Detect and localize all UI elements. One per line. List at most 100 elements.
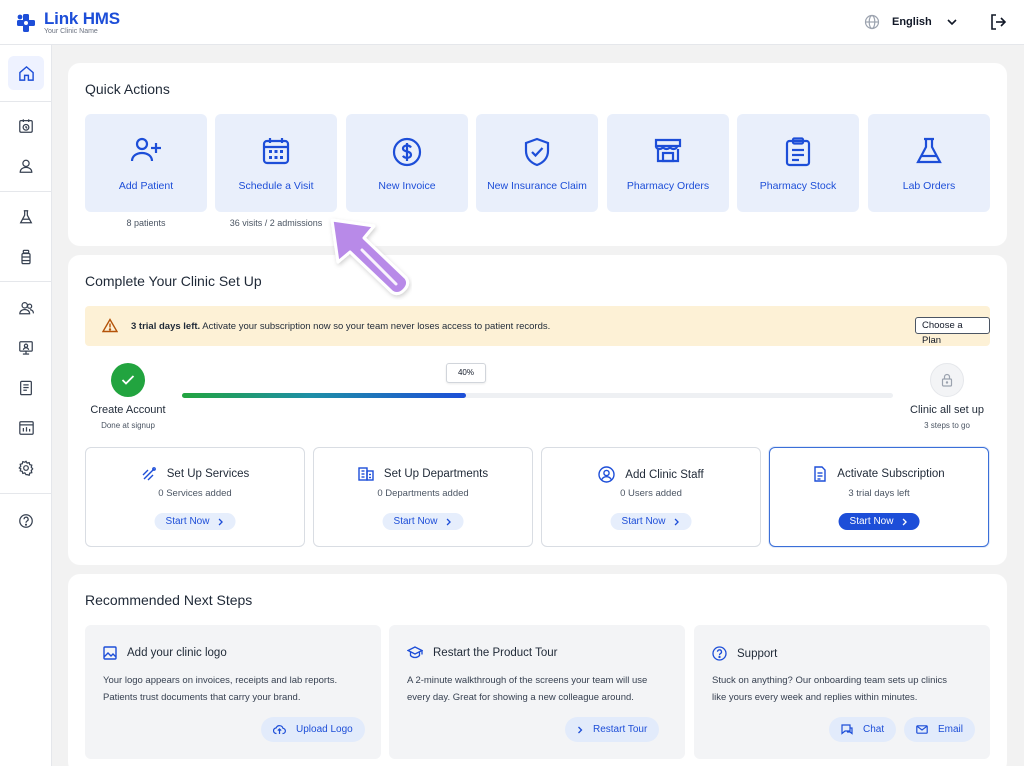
clinic-ready-label: Clinic all set up bbox=[910, 404, 984, 416]
quick-action-schedule-visit[interactable]: Schedule a Visit bbox=[215, 114, 337, 212]
quick-action-new-invoice[interactable]: New Invoice bbox=[346, 114, 468, 212]
sidebar-divider bbox=[0, 281, 52, 282]
sidebar-item-monitor[interactable] bbox=[8, 331, 44, 365]
user-plus-icon bbox=[130, 137, 161, 162]
chevron-right-icon bbox=[218, 518, 223, 525]
rec-card-body: A 2-minute walkthrough of the screens yo… bbox=[407, 675, 648, 703]
quick-action-label: Schedule a Visit bbox=[238, 180, 314, 192]
quick-actions-panel: Quick Actions Add Patient Schedule a Vis… bbox=[68, 63, 1007, 246]
clinic-setup-panel: Complete Your Clinic Set Up 3 trial days… bbox=[68, 255, 1007, 565]
start-staff-button[interactable]: Start Now bbox=[610, 513, 692, 530]
sidebar-item-reports[interactable] bbox=[8, 371, 44, 405]
sidebar-item-pharmacy[interactable] bbox=[8, 240, 44, 274]
check-icon bbox=[121, 375, 135, 385]
chevron-right-icon bbox=[578, 726, 583, 733]
chevron-right-icon bbox=[674, 518, 679, 525]
start-services-button[interactable]: Start Now bbox=[154, 513, 236, 530]
logout-icon[interactable] bbox=[989, 13, 1007, 31]
rec-card-body: Your logo appears on invoices, receipts … bbox=[103, 675, 338, 703]
sidebar-item-lab[interactable] bbox=[8, 200, 44, 234]
restart-tour-button[interactable]: Restart Tour bbox=[565, 717, 660, 742]
lock-icon bbox=[941, 373, 953, 387]
quick-action-insurance-claim[interactable]: New Insurance Claim bbox=[476, 114, 598, 212]
language-selector[interactable]: English bbox=[864, 14, 958, 30]
users-icon bbox=[18, 302, 34, 315]
sidebar-item-settings[interactable] bbox=[8, 451, 44, 485]
clinic-ready-step bbox=[930, 363, 964, 397]
store-icon bbox=[654, 138, 682, 163]
sidebar-item-home[interactable] bbox=[8, 56, 44, 90]
patients-count: 8 patients bbox=[126, 218, 166, 228]
quick-action-label: New Invoice bbox=[378, 180, 436, 192]
sidebar-item-analytics[interactable] bbox=[8, 411, 44, 445]
brand-name: Link HMS bbox=[44, 9, 120, 28]
sidebar-item-patients[interactable] bbox=[8, 149, 44, 183]
calendar-icon bbox=[262, 138, 290, 165]
support-card: Support Stuck on anything? Our onboardin… bbox=[694, 625, 990, 759]
setup-services-card: Set Up Services 0 Services added Start N… bbox=[85, 447, 305, 547]
rec-card-title: Add your clinic logo bbox=[127, 647, 227, 659]
trial-message: 3 trial days left. Activate your subscri… bbox=[131, 321, 551, 332]
sidebar-divider bbox=[0, 493, 52, 494]
warning-icon bbox=[102, 318, 118, 333]
sidebar-item-staff[interactable] bbox=[8, 291, 44, 325]
services-icon bbox=[142, 467, 156, 481]
quick-action-label: Lab Orders bbox=[902, 180, 956, 192]
quick-action-add-patient[interactable]: Add Patient bbox=[85, 114, 207, 212]
globe-icon bbox=[864, 14, 880, 30]
setup-card-title: Add Clinic Staff bbox=[625, 468, 704, 481]
add-staff-card: Add Clinic Staff 0 Users added Start Now bbox=[541, 447, 761, 547]
chart-icon bbox=[18, 421, 34, 435]
start-departments-button[interactable]: Start Now bbox=[382, 513, 464, 530]
chevron-down-icon bbox=[947, 19, 957, 26]
clinic-logo-card: Add your clinic logo Your logo appears o… bbox=[85, 625, 381, 759]
building-icon bbox=[358, 467, 374, 481]
setup-card-sub: 3 trial days left bbox=[848, 488, 910, 499]
progress-percent-tooltip: 40% bbox=[446, 363, 486, 383]
create-account-step bbox=[111, 363, 145, 397]
help-icon bbox=[712, 646, 727, 661]
sidebar-divider bbox=[0, 191, 52, 192]
home-icon bbox=[18, 65, 34, 81]
setup-card-title: Set Up Services bbox=[166, 468, 250, 480]
create-account-label: Create Account bbox=[90, 404, 166, 416]
cloud-upload-icon bbox=[273, 725, 286, 735]
chevron-right-icon bbox=[446, 518, 451, 525]
rec-card-title: Support bbox=[737, 647, 778, 660]
start-subscription-button[interactable]: Start Now bbox=[838, 513, 920, 530]
calendar-clock-icon bbox=[19, 119, 33, 133]
setup-departments-card: Set Up Departments 0 Departments added S… bbox=[313, 447, 533, 547]
activate-subscription-card: Activate Subscription 3 trial days left … bbox=[769, 447, 989, 547]
bottle-icon bbox=[21, 249, 31, 265]
upload-logo-button[interactable]: Upload Logo bbox=[261, 717, 365, 742]
product-tour-card: Restart the Product Tour A 2-minute walk… bbox=[389, 625, 685, 759]
quick-action-label: New Insurance Claim bbox=[487, 180, 587, 192]
user-circle-icon bbox=[598, 466, 615, 483]
setup-card-sub: 0 Services added bbox=[158, 488, 232, 499]
image-icon bbox=[103, 646, 117, 660]
create-account-sub: Done at signup bbox=[101, 421, 155, 430]
clinic-name: Your Clinic Name bbox=[44, 28, 98, 35]
flask-icon bbox=[916, 137, 942, 164]
chevron-right-icon bbox=[902, 518, 907, 525]
quick-action-pharmacy-orders[interactable]: Pharmacy Orders bbox=[607, 114, 729, 212]
dollar-circle-icon bbox=[392, 137, 422, 167]
visits-count: 36 visits / 2 admissions bbox=[229, 218, 323, 228]
quick-action-lab-orders[interactable]: Lab Orders bbox=[868, 114, 990, 212]
sidebar-item-help[interactable] bbox=[8, 504, 44, 538]
quick-action-pharmacy-stock[interactable]: Pharmacy Stock bbox=[737, 114, 859, 212]
chat-button[interactable]: Chat bbox=[829, 717, 897, 742]
language-label: English bbox=[892, 16, 932, 28]
choose-plan-button[interactable]: Choose a Plan bbox=[915, 317, 990, 346]
setup-card-title: Set Up Departments bbox=[383, 467, 489, 480]
app-logo[interactable]: Link HMS Your Clinic Name bbox=[16, 10, 120, 36]
chat-icon bbox=[841, 724, 853, 735]
sidebar-divider bbox=[0, 101, 52, 102]
setup-card-sub: 0 Users added bbox=[620, 488, 682, 499]
trial-banner: 3 trial days left. Activate your subscri… bbox=[85, 306, 990, 346]
email-button[interactable]: Email bbox=[904, 717, 976, 742]
quick-actions-title: Quick Actions bbox=[85, 81, 170, 97]
sidebar-item-appointments[interactable] bbox=[8, 109, 44, 143]
setup-progress-bar bbox=[182, 393, 893, 398]
gear-icon bbox=[18, 460, 34, 476]
